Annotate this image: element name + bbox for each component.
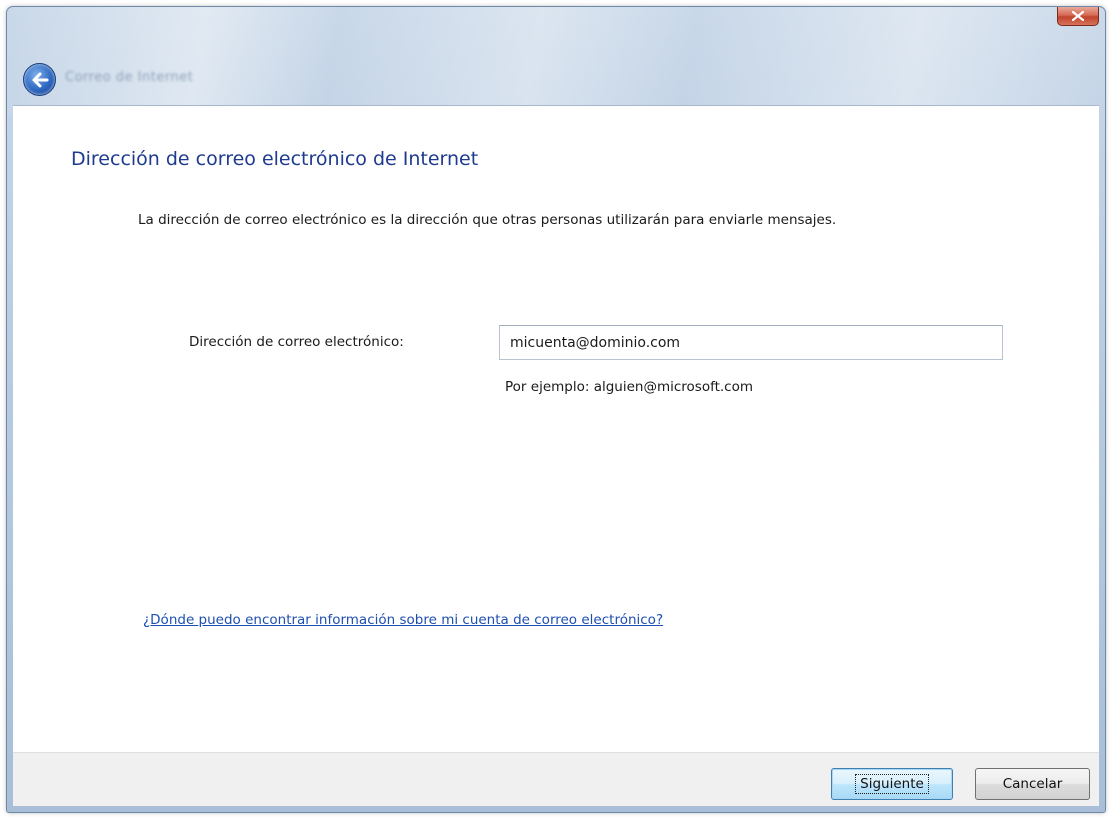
next-button-label: Siguiente xyxy=(855,774,929,794)
email-label: Dirección de correo electrónico: xyxy=(189,334,404,350)
navigation-bar: Correo de Internet xyxy=(7,51,1105,107)
button-bar: Siguiente Cancelar xyxy=(13,752,1099,806)
page-title: Dirección de correo electrónico de Inter… xyxy=(71,148,479,170)
help-link[interactable]: ¿Dónde puedo encontrar información sobre… xyxy=(143,612,663,628)
window-title: Correo de Internet xyxy=(65,70,194,85)
back-arrow-icon xyxy=(32,72,48,87)
email-field[interactable] xyxy=(499,325,1003,360)
email-example: Por ejemplo: alguien@microsoft.com xyxy=(505,379,754,395)
back-button[interactable] xyxy=(23,63,56,96)
next-button[interactable]: Siguiente xyxy=(831,768,953,800)
close-button[interactable] xyxy=(1057,7,1099,26)
wizard-content: Dirección de correo electrónico de Inter… xyxy=(13,105,1099,753)
wizard-window: Correo de Internet Dirección de correo e… xyxy=(6,6,1106,813)
close-icon xyxy=(1072,11,1084,21)
page-description: La dirección de correo electrónico es la… xyxy=(138,212,837,228)
cancel-button[interactable]: Cancelar xyxy=(975,768,1090,800)
